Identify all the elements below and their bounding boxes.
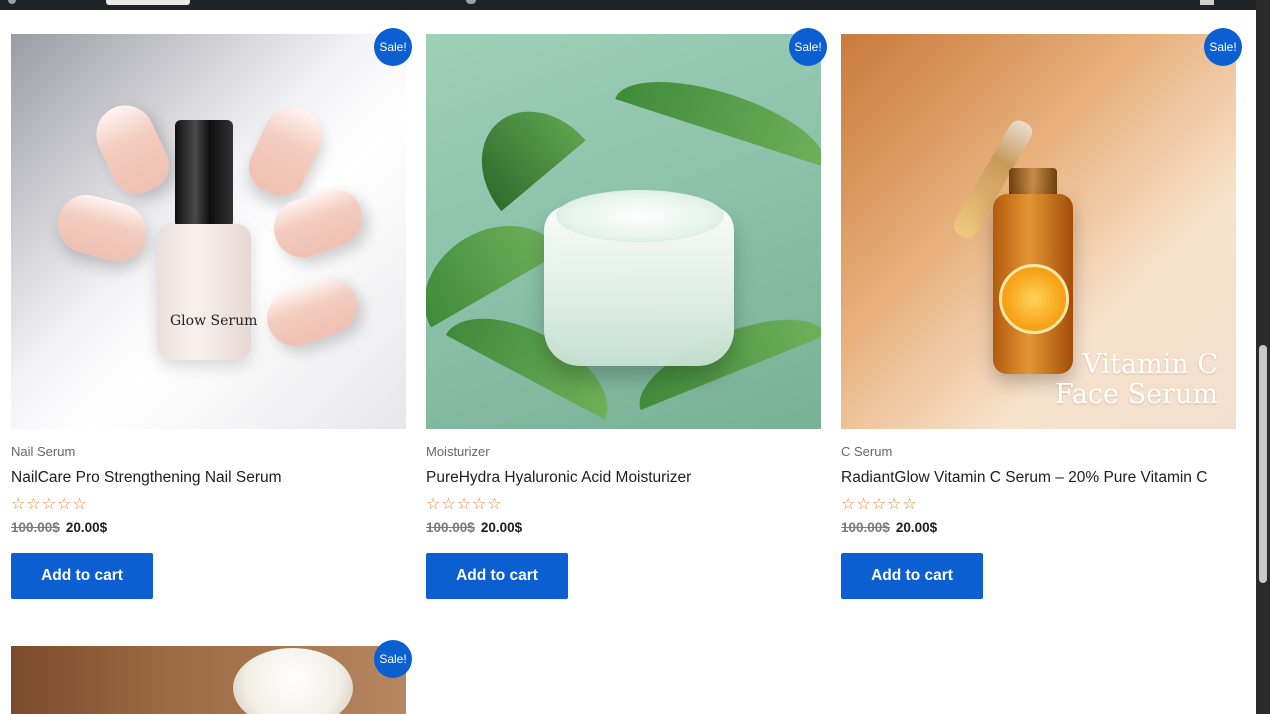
product-card-radiantglow: Vitamin C Face Serum Sale! C Serum Radia…: [841, 28, 1242, 599]
product-category[interactable]: C Serum: [841, 444, 892, 459]
product-price: 100.00$ 20.00$: [426, 520, 522, 535]
orange-slice-label: [999, 264, 1069, 334]
product-image-coconut[interactable]: [11, 646, 406, 714]
product-card-nailcare: Glow Serum Sale! Nail Serum NailCare Pro…: [11, 28, 412, 599]
nail-decoration: [240, 97, 332, 205]
scrollbar-track[interactable]: [1256, 0, 1270, 714]
product-image-vitamin-c-serum[interactable]: Vitamin C Face Serum: [841, 34, 1236, 429]
wordpress-icon[interactable]: [8, 0, 16, 4]
sale-price: 20.00$: [480, 520, 523, 535]
add-to-cart-button[interactable]: Add to cart: [841, 553, 983, 599]
admin-bar: [0, 0, 1270, 10]
product-title[interactable]: RadiantGlow Vitamin C Serum – 20% Pure V…: [841, 469, 1207, 487]
sale-price: 20.00$: [895, 520, 938, 535]
jar-gel-top: [556, 190, 724, 242]
nail-serum-bottle: [157, 224, 251, 360]
original-price: 100.00$: [11, 520, 60, 535]
bottle-label-text: Glow Serum: [170, 313, 258, 329]
product-image-moisturizer[interactable]: [426, 34, 821, 429]
vitamin-c-image-text: Vitamin C Face Serum: [1055, 350, 1218, 410]
aloe-leaf: [615, 60, 821, 168]
sale-price: 20.00$: [65, 520, 108, 535]
green-leaf: [456, 86, 586, 212]
coconut-image: [233, 648, 353, 714]
sale-badge: Sale!: [374, 28, 412, 66]
nail-decoration: [51, 188, 153, 268]
product-card-coconut: Sale!: [11, 640, 412, 714]
product-title[interactable]: PureHydra Hyaluronic Acid Moisturizer: [426, 469, 691, 487]
sale-badge: Sale!: [1204, 28, 1242, 66]
star-rating-icon: ☆☆☆☆☆: [841, 496, 918, 513]
vitamin-c-text-line2: Face Serum: [1054, 379, 1218, 410]
add-to-cart-button[interactable]: Add to cart: [11, 553, 153, 599]
nail-decoration: [86, 95, 178, 203]
sale-badge: Sale!: [374, 640, 412, 678]
product-title[interactable]: NailCare Pro Strengthening Nail Serum: [11, 469, 282, 487]
star-rating-icon: ☆☆☆☆☆: [426, 496, 503, 513]
bottle-cap: [175, 120, 233, 228]
scrollbar-thumb[interactable]: [1259, 345, 1267, 583]
nail-decoration: [259, 269, 365, 355]
star-rating-icon: ☆☆☆☆☆: [11, 496, 88, 513]
product-image-nail-serum[interactable]: Glow Serum: [11, 34, 406, 429]
aloe-leaf: [426, 200, 561, 328]
add-to-cart-button[interactable]: Add to cart: [426, 553, 568, 599]
product-price: 100.00$ 20.00$: [11, 520, 107, 535]
user-avatar-icon[interactable]: [1200, 0, 1214, 5]
sale-badge: Sale!: [789, 28, 827, 66]
product-category[interactable]: Nail Serum: [11, 444, 75, 459]
admin-bar-icon[interactable]: [466, 0, 476, 4]
product-card-purehydra: Sale! Moisturizer PureHydra Hyaluronic A…: [426, 28, 827, 599]
product-price: 100.00$ 20.00$: [841, 520, 937, 535]
vitamin-c-text-line1: Vitamin C: [1082, 349, 1218, 380]
original-price: 100.00$: [841, 520, 890, 535]
original-price: 100.00$: [426, 520, 475, 535]
admin-bar-search-field[interactable]: [106, 0, 190, 5]
product-category[interactable]: Moisturizer: [426, 444, 490, 459]
